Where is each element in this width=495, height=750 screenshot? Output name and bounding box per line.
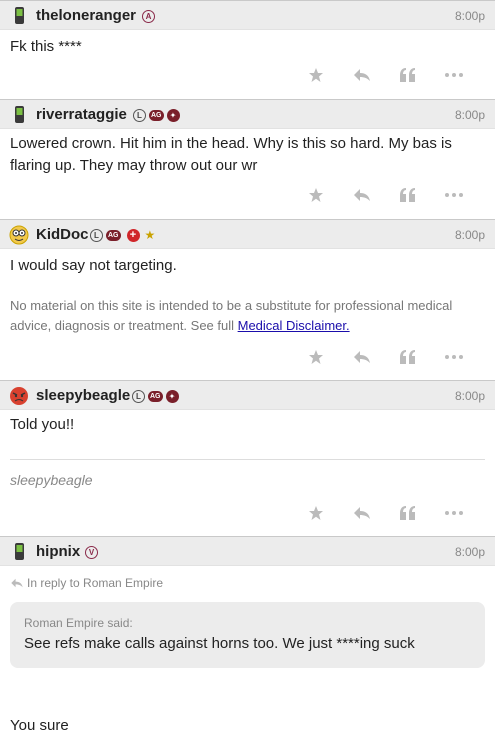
post-actions [293,185,477,205]
post: riverrataggie L AG ✦ 8:00p Lowered crown… [0,99,495,219]
username[interactable]: riverrataggie [36,106,127,123]
post: KidDoc L AG + ★ 8:00p I would say not ta… [0,219,495,380]
more-icon[interactable] [431,185,477,205]
medical-icon: + [126,228,140,242]
signature-divider [10,459,485,460]
lifetime-badge: L [132,389,145,403]
quote-text: See refs make calls against horns too. W… [24,635,415,652]
star-badge-icon: ★ [144,228,156,242]
ag-badge: AG [148,390,163,402]
timestamp: 8:00p [454,9,485,23]
reply-icon [11,578,23,588]
quote-author: Roman Empire said: [24,616,133,630]
more-icon[interactable] [431,347,477,367]
post-actions [293,503,477,523]
post: sleepybeagle L AG ✦ 8:00p Told you!! sle… [0,380,495,536]
star-icon[interactable] [293,185,339,205]
avatar[interactable] [8,224,30,246]
medical-disclaimer-link[interactable]: Medical Disclaimer. [238,318,350,333]
medical-disclaimer: No material on this site is intended to … [10,296,485,336]
horns-icon: ✦ [166,108,180,122]
verified-badge: V [85,545,98,559]
ag-badge: AG [149,109,164,121]
post-body: Told you!! [10,416,75,433]
reply-icon[interactable] [339,347,385,367]
timestamp: 8:00p [454,389,485,403]
avatar[interactable] [8,104,30,126]
alumni-badge: A [142,9,155,23]
timestamp: 8:00p [454,108,485,122]
horns-icon: ✦ [165,389,179,403]
username[interactable]: sleepybeagle [36,387,130,404]
reply-icon[interactable] [339,185,385,205]
avatar[interactable] [8,541,30,563]
post: theloneranger A 8:00p Fk this **** [0,0,495,99]
reply-context[interactable]: In reply to Roman Empire [10,576,163,590]
post-body: Fk this **** [10,38,82,55]
post-header: sleepybeagle L AG ✦ 8:00p [0,380,495,410]
star-icon[interactable] [293,347,339,367]
avatar[interactable] [8,5,30,27]
quote-icon[interactable] [385,347,431,367]
post-body: You sure [10,717,69,734]
post: hipnix V 8:00p In reply to Roman Empire … [0,536,495,750]
post-header: hipnix V 8:00p [0,536,495,566]
badge-list: L AG ✦ [133,108,180,122]
post-header: theloneranger A 8:00p [0,0,495,30]
timestamp: 8:00p [454,545,485,559]
post-body: Lowered crown. Hit him in the head. Why … [10,135,452,174]
quote-icon[interactable] [385,503,431,523]
post-actions [293,65,477,85]
more-icon[interactable] [431,65,477,85]
badge-list: L AG ✦ [132,389,179,403]
badge-list: L AG + ★ [90,228,155,242]
disclaimer-text: No material on this site is intended to … [10,298,453,333]
badge-list: V [85,545,98,559]
reply-icon[interactable] [339,65,385,85]
quote-block[interactable]: Roman Empire said: See refs make calls a… [10,602,485,668]
reply-context-label: In reply to Roman Empire [27,576,164,590]
timestamp: 8:00p [454,228,485,242]
badge-list: A [142,9,155,23]
quote-icon[interactable] [385,65,431,85]
star-icon[interactable] [293,65,339,85]
reply-icon[interactable] [339,503,385,523]
post-header: KidDoc L AG + ★ 8:00p [0,219,495,249]
avatar[interactable] [8,385,30,407]
quote-icon[interactable] [385,185,431,205]
post-actions [293,347,477,367]
post-body: I would say not targeting. [10,257,177,274]
lifetime-badge: L [133,108,146,122]
post-header: riverrataggie L AG ✦ 8:00p [0,99,495,129]
lifetime-badge: L [90,228,103,242]
signature: sleepybeagle [10,472,93,488]
username[interactable]: theloneranger [36,7,136,24]
more-icon[interactable] [431,503,477,523]
username[interactable]: hipnix [36,543,80,560]
username[interactable]: KidDoc [36,226,89,243]
star-icon[interactable] [293,503,339,523]
ag-badge: AG [106,229,121,241]
